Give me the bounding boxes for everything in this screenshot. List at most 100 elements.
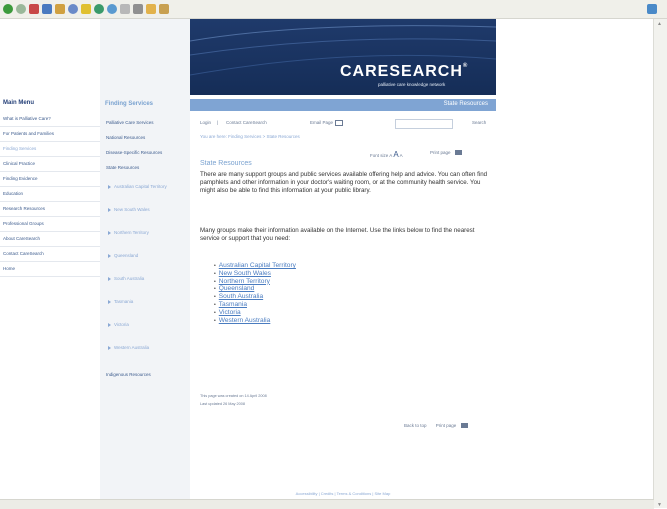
state-links: Australian Capital Territory New South W… bbox=[214, 262, 296, 324]
print-icon[interactable] bbox=[133, 4, 143, 14]
fs-state-label: New South Wales bbox=[114, 207, 150, 212]
menu-item-finding-evidence[interactable]: Finding Evidence bbox=[0, 172, 100, 187]
menu-item-clinical-practice[interactable]: Clinical Practice bbox=[0, 157, 100, 172]
created-date: This page was created on 14 April 2008 bbox=[200, 394, 267, 398]
section-title: State Resources bbox=[443, 101, 488, 107]
fs-state-label: Victoria bbox=[114, 322, 129, 327]
printer-icon bbox=[460, 423, 468, 429]
fs-item-national-resources[interactable]: National Resources bbox=[100, 130, 190, 145]
main-menu-title: Main Menu bbox=[3, 100, 34, 106]
section-bar: State Resources bbox=[190, 99, 496, 111]
font-large-button[interactable]: A bbox=[393, 150, 398, 159]
arrow-icon bbox=[108, 230, 111, 235]
site-banner: CARESEARCH® palliative care knowledge ne… bbox=[190, 19, 496, 95]
banner-swoosh bbox=[190, 25, 496, 76]
finding-services-menu: Finding Services Palliative Care Service… bbox=[100, 97, 190, 382]
utility-separator: | bbox=[217, 120, 219, 125]
print-page-bottom-link[interactable]: Print page bbox=[436, 423, 457, 428]
state-link-vic[interactable]: Victoria bbox=[214, 309, 296, 317]
home-icon[interactable] bbox=[55, 4, 65, 14]
edit-icon[interactable] bbox=[146, 4, 156, 14]
fs-state-label: South Australia bbox=[114, 276, 145, 281]
logo-care: CARE bbox=[340, 63, 390, 80]
forward-icon[interactable] bbox=[16, 4, 26, 14]
browser-toolbar bbox=[0, 0, 667, 19]
scroll-down-icon[interactable]: ▼ bbox=[657, 502, 663, 508]
fs-state-label: Northern Territory bbox=[114, 230, 149, 235]
state-link-qld[interactable]: Queensland bbox=[214, 285, 296, 293]
logo-tm: ® bbox=[462, 63, 469, 69]
fs-state-nsw[interactable]: New South Wales bbox=[100, 198, 190, 221]
fs-item-disease-specific[interactable]: Disease-Specific Resources bbox=[100, 145, 190, 160]
caresearch-logo[interactable]: CARESEARCH® bbox=[340, 63, 468, 81]
fs-state-act[interactable]: Australian Capital Territory bbox=[100, 175, 190, 198]
fs-state-tas[interactable]: Tasmania bbox=[100, 290, 190, 313]
state-link-nsw[interactable]: New South Wales bbox=[214, 270, 296, 278]
window-controls bbox=[644, 4, 661, 14]
stop-icon[interactable] bbox=[29, 4, 39, 14]
bottom-actions: Back to top Print page bbox=[404, 423, 468, 429]
state-link-nt[interactable]: Northern Territory bbox=[214, 278, 296, 286]
menu-item-research-resources[interactable]: Research Resources bbox=[0, 202, 100, 217]
arrow-icon bbox=[108, 322, 111, 327]
contact-link[interactable]: Contact CareSearch bbox=[226, 120, 267, 125]
login-link[interactable]: Login bbox=[200, 120, 211, 125]
finding-services-column: Finding Services Palliative Care Service… bbox=[100, 19, 190, 508]
fs-state-qld[interactable]: Queensland bbox=[100, 244, 190, 267]
back-to-top-link[interactable]: Back to top bbox=[404, 423, 427, 428]
arrow-icon bbox=[108, 299, 111, 304]
research-icon[interactable] bbox=[159, 4, 169, 14]
search-button[interactable]: Search bbox=[472, 120, 486, 125]
fs-item-indigenous[interactable]: Indigenous Resources bbox=[100, 367, 190, 382]
page-dates: This page was created on 14 April 2008 L… bbox=[200, 392, 267, 408]
font-size-label: Font size bbox=[370, 153, 389, 158]
mail-icon[interactable] bbox=[120, 4, 130, 14]
arrow-icon bbox=[108, 207, 111, 212]
breadcrumb: You are here: Finding Services > State R… bbox=[200, 134, 300, 139]
search-icon[interactable] bbox=[68, 4, 78, 14]
fs-state-sa[interactable]: South Australia bbox=[100, 267, 190, 290]
email-icon[interactable] bbox=[335, 120, 343, 126]
state-link-sa[interactable]: South Australia bbox=[214, 293, 296, 301]
media-icon[interactable] bbox=[94, 4, 104, 14]
font-small-button[interactable]: A bbox=[389, 153, 392, 158]
right-column bbox=[496, 19, 654, 508]
menu-item-finding-services[interactable]: Finding Services bbox=[0, 142, 100, 157]
print-page-label: Print page bbox=[430, 150, 451, 155]
print-page-top[interactable]: Print page bbox=[430, 150, 462, 156]
main-menu: Main Menu What is Palliative Care? For P… bbox=[0, 96, 100, 277]
search-input[interactable] bbox=[395, 119, 453, 129]
fs-item-palliative-care-services[interactable]: Palliative Care Services bbox=[100, 115, 190, 130]
menu-item-home[interactable]: Home bbox=[0, 262, 100, 277]
intro-paragraph: There are many support groups and public… bbox=[200, 171, 488, 194]
printer-icon bbox=[454, 150, 462, 156]
menu-item-patients-families[interactable]: For Patients and Families bbox=[0, 127, 100, 142]
refresh-icon[interactable] bbox=[42, 4, 52, 14]
email-page-link[interactable]: Email Page bbox=[310, 120, 333, 125]
favorites-icon[interactable] bbox=[81, 4, 91, 14]
fs-state-label: Western Australia bbox=[114, 345, 150, 350]
back-icon[interactable] bbox=[3, 4, 13, 14]
fs-state-wa[interactable]: Western Australia bbox=[100, 336, 190, 359]
windows-logo-icon bbox=[647, 4, 657, 14]
history-icon[interactable] bbox=[107, 4, 117, 14]
logo-tagline: palliative care knowledge network bbox=[378, 82, 446, 87]
links-paragraph: Many groups make their information avail… bbox=[200, 227, 475, 242]
state-link-act[interactable]: Australian Capital Territory bbox=[214, 262, 296, 270]
menu-item-what-is-palliative-care[interactable]: What is Palliative Care? bbox=[0, 112, 100, 127]
updated-date: Last updated 26 May 2008 bbox=[200, 402, 245, 406]
state-link-wa[interactable]: Western Australia bbox=[214, 317, 296, 325]
fs-state-label: Tasmania bbox=[114, 299, 134, 304]
fs-item-state-resources[interactable]: State Resources bbox=[100, 160, 190, 175]
fs-state-nt[interactable]: Northern Territory bbox=[100, 221, 190, 244]
scrollbar[interactable]: ▲ ▼ bbox=[653, 19, 667, 508]
scroll-up-icon[interactable]: ▲ bbox=[657, 21, 663, 27]
menu-item-contact[interactable]: Contact CareSearch bbox=[0, 247, 100, 262]
font-medium-button[interactable]: A bbox=[400, 153, 403, 158]
menu-item-education[interactable]: Education bbox=[0, 187, 100, 202]
fs-state-vic[interactable]: Victoria bbox=[100, 313, 190, 336]
footer-links[interactable]: Accessibility | Credits | Terms & Condit… bbox=[190, 491, 496, 496]
menu-item-about[interactable]: About CareSearch bbox=[0, 232, 100, 247]
menu-item-professional-groups[interactable]: Professional Groups bbox=[0, 217, 100, 232]
state-link-tas[interactable]: Tasmania bbox=[214, 301, 296, 309]
